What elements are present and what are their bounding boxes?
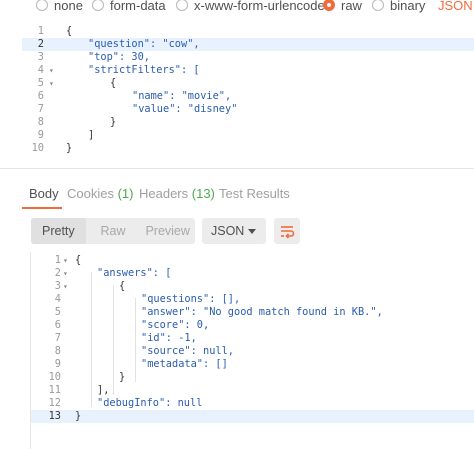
tab-cookies[interactable]: Cookies (1) (67, 186, 133, 201)
request-body-editor[interactable]: 1{ 2 "question": "cow", 3 "top": 30, 4 ▾ "st… (22, 18, 474, 158)
response-line: 7 "id": -1, (54, 332, 197, 344)
tab-test-results[interactable]: Test Results (219, 186, 290, 201)
section-divider (0, 168, 474, 169)
format-dropdown[interactable]: JSON (202, 218, 266, 244)
active-tab-indicator (22, 207, 62, 209)
radio-dot-icon (372, 0, 384, 11)
editor-line: 9] (37, 129, 95, 141)
editor-line: 1{ (37, 25, 73, 37)
response-line: 3 ▾{ (54, 280, 126, 293)
radio-dot-icon (92, 0, 104, 11)
question-key: "question": "cow", (88, 38, 200, 50)
response-line: 6 "score": 0, (54, 319, 210, 331)
editor-line: 7 "value": "disney" (37, 103, 238, 115)
editor-line: 5 ▾{ (37, 77, 117, 90)
editor-line-active: 2 "question": "cow", (22, 38, 474, 51)
chevron-down-icon (248, 229, 256, 234)
tab-headers[interactable]: Headers (13) (139, 186, 215, 201)
fold-arrow-icon[interactable]: ▾ (49, 77, 54, 90)
radio-x-www-form-urlencoded[interactable]: x-www-form-urlencoded (176, 0, 332, 14)
response-line: 11], (48, 384, 110, 396)
radio-raw[interactable]: raw (323, 0, 362, 14)
fold-arrow-icon[interactable]: ▾ (63, 254, 68, 267)
tab-body[interactable]: Body (29, 186, 59, 201)
radio-binary[interactable]: binary (372, 0, 425, 14)
pretty-button[interactable]: Pretty (31, 218, 86, 244)
response-line: 8 "source": null, (54, 345, 234, 357)
preview-button[interactable]: Preview (140, 218, 195, 244)
editor-line: 10} (31, 142, 73, 154)
radio-none[interactable]: none (36, 0, 83, 14)
response-line: 1 ▾{ (54, 254, 82, 267)
response-line: 12 "debugInfo": null (48, 397, 203, 409)
radio-form-data[interactable]: form-data (92, 0, 166, 14)
response-line: 2 ▾ "answers": [ (54, 267, 172, 280)
response-line: 10} (48, 371, 126, 383)
editor-line: 8} (37, 116, 117, 128)
content-type-dropdown[interactable]: JSON (a (438, 0, 474, 14)
editor-line: 4 ▾ "strictFilters": [ (37, 64, 200, 77)
response-line: 5 "answer": "No good match found in KB.", (54, 306, 383, 318)
editor-line: 6 "name": "movie", (37, 90, 232, 102)
response-line: 9 "metadata": [] (54, 358, 228, 370)
fold-arrow-icon[interactable]: ▾ (63, 267, 68, 280)
wrap-lines-button[interactable] (274, 218, 300, 244)
response-line: 4 "questions": [], (54, 293, 241, 305)
response-line-active: 13} (31, 410, 474, 423)
view-mode-group: Pretty Raw Preview (31, 218, 195, 244)
radio-dot-icon (36, 0, 48, 11)
body-type-selector: none form-data x-www-form-urlencoded raw… (0, 0, 474, 18)
radio-dot-selected-icon (323, 0, 335, 11)
radio-dot-icon (176, 0, 188, 11)
fold-arrow-icon[interactable]: ▾ (49, 64, 54, 77)
editor-line: 3 "top": 30, (37, 51, 150, 63)
wrap-lines-icon (281, 226, 295, 239)
raw-button[interactable]: Raw (86, 218, 141, 244)
response-body-viewer[interactable]: 1 ▾{ 2 ▾ "answers": [ 3 ▾{ 4 "questions": [],… (30, 252, 474, 449)
fold-arrow-icon[interactable]: ▾ (63, 280, 68, 293)
